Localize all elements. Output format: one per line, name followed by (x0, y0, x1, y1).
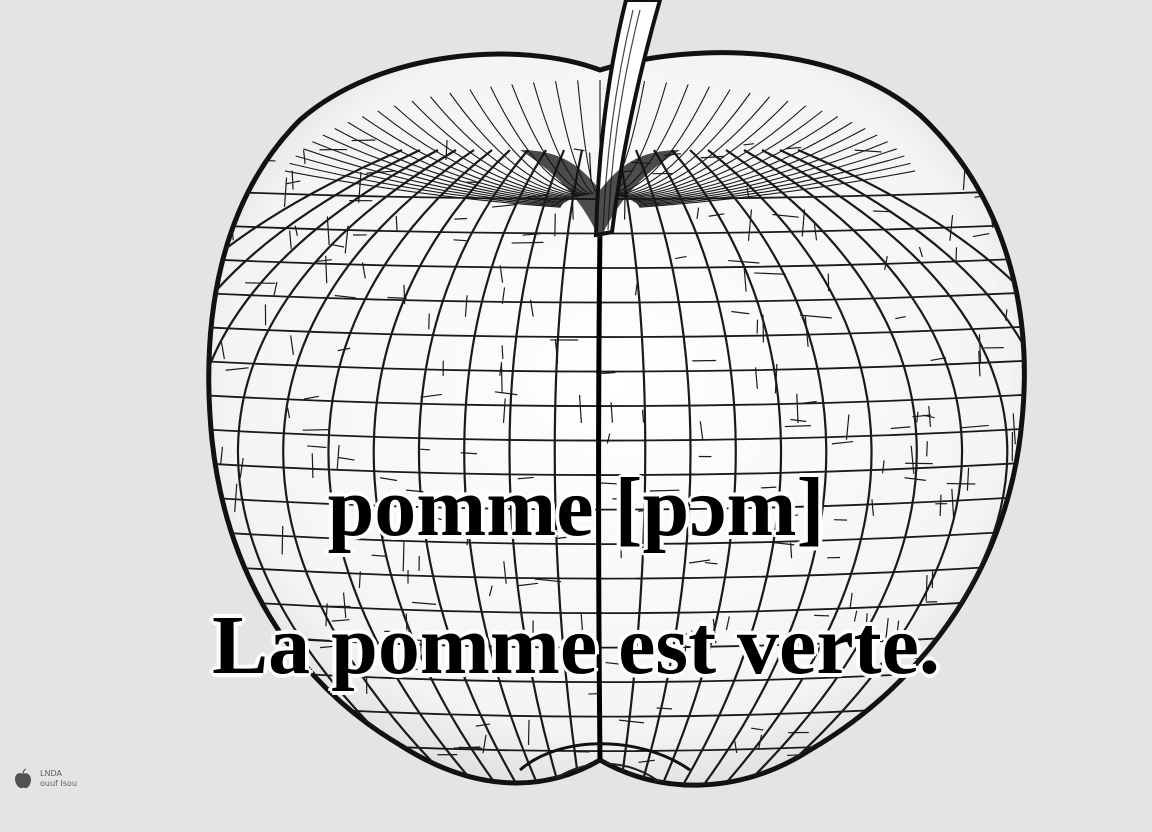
apple-crack-line (898, 708, 901, 737)
apple-crack-line (1002, 143, 1007, 156)
apple-crack-line (500, 361, 503, 394)
apple-crack-line (839, 758, 864, 762)
apple-crack-line (994, 733, 997, 763)
apple-crack-line (955, 247, 958, 262)
apple-crack-line (873, 210, 890, 213)
apple-crack-line (302, 428, 330, 431)
apple-crack-line (333, 762, 338, 775)
apple-crack-line (454, 217, 467, 220)
apple-crack-line (501, 345, 504, 359)
apple-logo-icon (15, 768, 31, 789)
watermark: LNDA ouuf Isou (12, 768, 77, 790)
apple-latitude-line (208, 767, 1025, 786)
watermark-text: LNDA ouuf Isou (40, 769, 77, 789)
apple-crack-line (351, 139, 376, 142)
apple-crack-line (387, 296, 407, 299)
apple-crack-line (511, 241, 544, 244)
apple-crack-line (926, 441, 928, 457)
watermark-line2: ouuf Isou (40, 779, 77, 788)
apple-crack-line (527, 719, 530, 746)
apple-illustration (206, 0, 1027, 788)
watermark-line1: LNDA (40, 769, 62, 778)
apple-crack-line (403, 284, 406, 305)
apple-crack-line (1009, 561, 1013, 576)
apple-crack-line (418, 448, 430, 451)
apple-crack-line (453, 239, 467, 242)
example-sentence: La pomme est verte. (212, 599, 940, 692)
vocabulary-word: pomme [pɔm] (327, 461, 825, 554)
apple-crack-line (990, 144, 994, 165)
apple-crack-line (428, 313, 430, 330)
apple-crack-line (656, 707, 673, 710)
